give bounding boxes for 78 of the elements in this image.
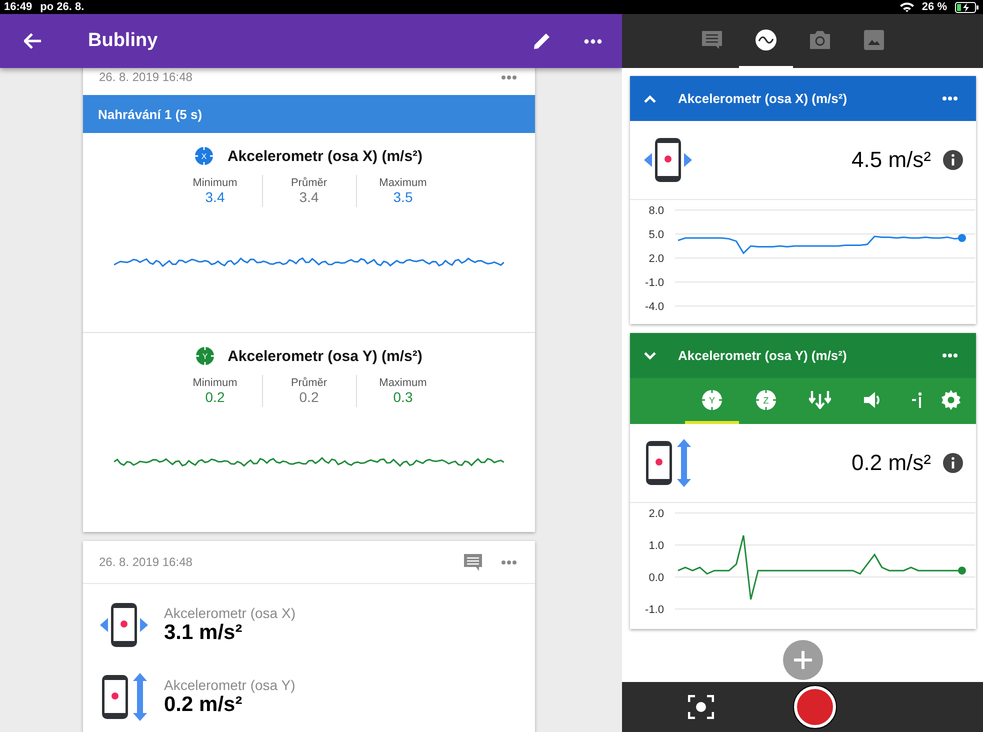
info-button[interactable] xyxy=(943,150,963,170)
app-bar-title: Bubliny xyxy=(88,30,158,52)
axis-label: 8.0 xyxy=(648,205,664,217)
info-icon xyxy=(943,453,963,473)
stat-label: Maximum xyxy=(379,377,427,389)
sensor-card-title: Akcelerometr (osa Y) (m/s²) xyxy=(678,348,847,363)
record-button[interactable] xyxy=(794,686,836,728)
axis-label: 2.0 xyxy=(648,508,664,520)
timestamp: 26. 8. 2019 16:48 xyxy=(99,555,192,569)
sensor-reading: 4.5 m/s² xyxy=(852,147,931,173)
sensor-name: Akcelerometr (osa Y) xyxy=(164,677,296,693)
stat-label: Maximum xyxy=(379,177,427,189)
recording-title-bar[interactable]: Nahrávání 1 (5 s) xyxy=(83,95,535,133)
settings-icon xyxy=(941,390,961,410)
info-button[interactable] xyxy=(943,453,963,473)
stat-value: 0.2 xyxy=(205,389,225,405)
axis-label: 5.0 xyxy=(648,229,664,241)
axis-badge-icon: X xyxy=(195,147,214,165)
info-icon xyxy=(912,392,922,408)
info-icon xyxy=(943,150,963,170)
battery-charging-icon xyxy=(955,2,979,12)
stat-value: 0.3 xyxy=(393,389,413,405)
axis-label: 0.0 xyxy=(648,572,664,584)
end-point-marker xyxy=(958,566,966,575)
fullscreen-icon xyxy=(688,695,714,719)
battery-percent: 26 % xyxy=(922,0,947,14)
phone-horizontal-arrows-icon xyxy=(100,601,148,649)
sensor-title: Akcelerometr (osa Y) (m/s²) xyxy=(228,348,422,364)
stat-value: 3.5 xyxy=(393,189,413,205)
back-arrow-icon xyxy=(24,33,42,49)
sensor-value: 3.1 m/s² xyxy=(164,621,244,645)
timestamp: 26. 8. 2019 16:48 xyxy=(99,70,192,84)
add-button[interactable] xyxy=(783,640,823,680)
plus-icon xyxy=(793,650,813,670)
chevron-icon xyxy=(644,94,656,102)
image-icon xyxy=(864,30,884,50)
sensor-name: Akcelerometr (osa X) xyxy=(164,605,296,621)
down-arrows-icon xyxy=(809,390,831,408)
wave-icon xyxy=(754,29,776,51)
axis-label: 1.0 xyxy=(648,540,664,552)
status-date: po 26. 8. xyxy=(40,0,84,14)
axis-badge-icon: Z xyxy=(756,390,776,410)
axis-badge-icon: Y xyxy=(702,390,722,410)
stat-value: 3.4 xyxy=(205,189,225,205)
note-icon xyxy=(700,30,722,50)
more-button[interactable] xyxy=(499,72,519,82)
axis-badge-icon: Y xyxy=(196,347,214,365)
axis-label: -1.0 xyxy=(645,604,664,616)
stat-label: Minimum xyxy=(192,377,238,389)
stat-value: 3.4 xyxy=(299,189,319,205)
status-time: 16:49 xyxy=(4,0,32,14)
phone-vertical-arrow-icon xyxy=(100,673,148,721)
comment-icon xyxy=(463,552,483,572)
sensor-card-title: Akcelerometr (osa X) (m/s²) xyxy=(678,91,848,106)
stat-label: Průměr xyxy=(290,377,328,389)
axis-label: 2.0 xyxy=(648,253,664,265)
phone-horizontal-arrows-icon xyxy=(644,136,692,184)
camera-icon xyxy=(808,30,830,50)
stat-label: Průměr xyxy=(290,177,328,189)
stat-label: Minimum xyxy=(192,177,238,189)
more-icon xyxy=(942,353,958,358)
more-icon xyxy=(942,96,958,101)
stat-value: 0.2 xyxy=(299,389,319,405)
toolbar-button[interactable]: Y xyxy=(685,378,739,424)
phone-vertical-arrow-icon xyxy=(644,439,692,487)
sensor-value: 0.2 m/s² xyxy=(164,693,244,717)
more-button[interactable] xyxy=(499,558,519,566)
more-icon xyxy=(584,38,602,44)
toolbar-button[interactable]: Z xyxy=(739,378,793,424)
end-point-marker xyxy=(958,234,966,242)
fullscreen-button[interactable] xyxy=(686,693,716,721)
axis-label: -4.0 xyxy=(645,301,664,313)
pencil-icon xyxy=(532,31,552,51)
axis-label: -1.0 xyxy=(645,277,664,289)
wifi-icon xyxy=(900,2,914,12)
sensor-title: Akcelerometr (osa X) (m/s²) xyxy=(227,148,423,164)
chevron-icon xyxy=(644,352,656,360)
sensor-reading: 0.2 m/s² xyxy=(852,450,931,476)
